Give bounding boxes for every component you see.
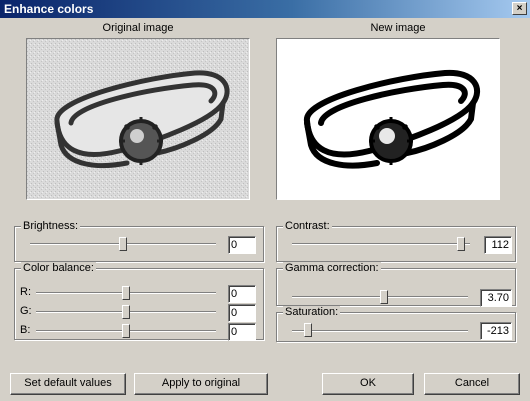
close-icon: × [516, 3, 523, 14]
original-image-preview [26, 38, 250, 200]
gamma-label: Gamma correction: [283, 262, 381, 274]
window-title: Enhance colors [4, 2, 94, 16]
blue-input[interactable]: 0 [228, 323, 256, 341]
red-input[interactable]: 0 [228, 285, 256, 303]
ring-original-image [27, 39, 249, 199]
blue-channel-label: B: [20, 324, 31, 336]
new-image-preview [276, 38, 500, 200]
apply-to-original-button[interactable]: Apply to original [134, 373, 268, 395]
contrast-input[interactable]: 112 [484, 236, 512, 254]
gamma-input[interactable]: 3.70 [480, 289, 512, 307]
red-channel-label: R: [20, 286, 31, 298]
contrast-label: Contrast: [283, 220, 332, 232]
green-channel-label: G: [20, 305, 32, 317]
ring-new-image [277, 39, 499, 199]
red-slider[interactable] [122, 286, 130, 300]
brightness-input[interactable]: 0 [228, 236, 256, 254]
saturation-track[interactable] [292, 330, 468, 332]
set-default-values-button[interactable]: Set default values [10, 373, 126, 395]
brightness-slider[interactable] [119, 237, 127, 251]
contrast-track[interactable] [292, 243, 470, 245]
green-slider[interactable] [122, 305, 130, 319]
cancel-button[interactable]: Cancel [424, 373, 520, 395]
brightness-label: Brightness: [21, 220, 81, 232]
close-button[interactable]: × [512, 2, 527, 15]
gamma-slider[interactable] [380, 290, 388, 304]
contrast-slider[interactable] [457, 237, 465, 251]
saturation-label: Saturation: [283, 306, 341, 318]
color-balance-label: Color balance: [21, 262, 96, 274]
new-image-caption: New image [370, 22, 426, 34]
original-image-caption: Original image [102, 22, 174, 34]
saturation-input[interactable]: -213 [480, 322, 512, 340]
blue-slider[interactable] [122, 324, 130, 338]
saturation-slider[interactable] [304, 323, 312, 337]
title-bar: Enhance colors × [0, 0, 530, 18]
ok-button[interactable]: OK [322, 373, 414, 395]
green-input[interactable]: 0 [228, 304, 256, 322]
